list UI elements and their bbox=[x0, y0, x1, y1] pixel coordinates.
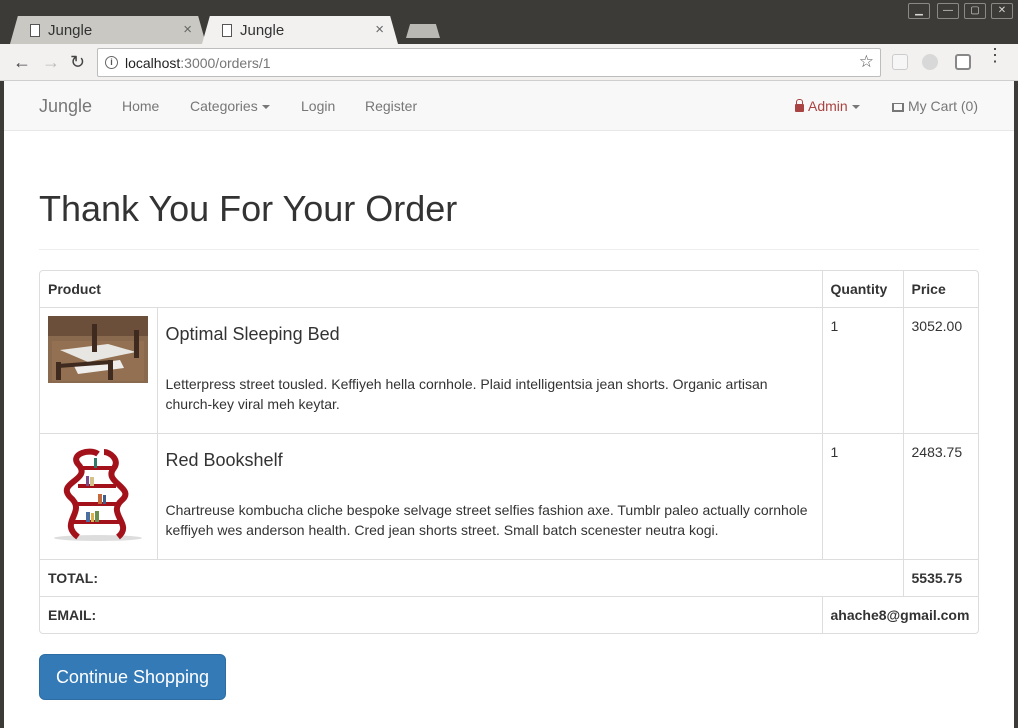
product-description: Chartreuse kombucha cliche bespoke selva… bbox=[165, 502, 808, 538]
table-row: Red Bookshelf Chartreuse kombucha cliche… bbox=[40, 433, 978, 560]
email-value: ahache8@gmail.com bbox=[830, 607, 970, 623]
browser-menu-icon[interactable]: ⋮ bbox=[986, 46, 1004, 64]
product-image-cell bbox=[40, 307, 158, 434]
react-devtools-icon[interactable] bbox=[955, 54, 971, 70]
close-tab-icon[interactable]: × bbox=[375, 21, 384, 38]
page-icon bbox=[30, 24, 40, 37]
product-description: Letterpress street tousled. Keffiyeh hel… bbox=[165, 376, 768, 412]
tab-title: Jungle bbox=[48, 22, 93, 39]
table-row: Optimal Sleeping Bed Letterpress street … bbox=[40, 307, 978, 434]
total-value: 5535.75 bbox=[903, 559, 978, 597]
lock-icon bbox=[795, 99, 804, 112]
header-price: Price bbox=[903, 271, 978, 308]
browser-tab-active[interactable]: Jungle × bbox=[202, 16, 398, 44]
url-text: localhost:3000/orders/1 bbox=[125, 55, 271, 71]
extension-icon[interactable] bbox=[892, 54, 908, 70]
site-navbar: Jungle Home Categories Login Register Ad… bbox=[4, 81, 1014, 131]
continue-shopping-button[interactable]: Continue Shopping bbox=[39, 654, 226, 700]
price-cell: 3052.00 bbox=[903, 307, 978, 434]
extension-icon[interactable] bbox=[922, 54, 938, 70]
maximize-icon[interactable]: ▢ bbox=[964, 3, 986, 19]
product-image-cell bbox=[40, 433, 158, 560]
bookmark-star-icon[interactable]: ☆ bbox=[859, 52, 874, 72]
product-image-bed bbox=[48, 316, 148, 383]
info-icon[interactable]: i bbox=[105, 56, 118, 69]
restore-icon[interactable]: — bbox=[937, 3, 959, 19]
address-bar[interactable]: i localhost:3000/orders/1 ☆ bbox=[97, 48, 881, 77]
product-image-bookshelf bbox=[48, 442, 148, 542]
nav-admin[interactable]: Admin bbox=[795, 98, 860, 114]
close-window-icon[interactable]: ✕ bbox=[991, 3, 1013, 19]
caret-down-icon bbox=[851, 105, 860, 110]
page-content: Jungle Home Categories Login Register Ad… bbox=[4, 81, 1014, 728]
caret-down-icon bbox=[261, 105, 270, 110]
page-title: Thank You For Your Order bbox=[39, 188, 458, 229]
quantity-cell: 1 bbox=[822, 307, 904, 434]
nav-login[interactable]: Login bbox=[301, 98, 335, 114]
browser-toolbar: ← → ↻ i localhost:3000/orders/1 ☆ ⋮ bbox=[0, 44, 1018, 81]
browser-tab[interactable]: Jungle × bbox=[10, 16, 206, 44]
minimize-icon[interactable]: ▁ bbox=[908, 3, 930, 19]
nav-cart[interactable]: My Cart (0) bbox=[892, 98, 978, 114]
email-label: EMAIL: bbox=[40, 596, 823, 633]
page-icon bbox=[222, 24, 232, 37]
product-info-cell: Red Bookshelf Chartreuse kombucha cliche… bbox=[157, 433, 823, 560]
reload-icon[interactable]: ↻ bbox=[70, 52, 85, 73]
order-table: Product Quantity Price Optimal Sleeping … bbox=[39, 270, 979, 634]
browser-tabstrip: Jungle × Jungle × ▁ — ▢ ✕ bbox=[0, 0, 1018, 44]
header-quantity: Quantity bbox=[822, 271, 904, 308]
nav-register[interactable]: Register bbox=[365, 98, 417, 114]
nav-categories[interactable]: Categories bbox=[190, 98, 270, 114]
total-row: TOTAL: 5535.75 bbox=[40, 559, 978, 597]
shopping-cart-icon bbox=[892, 103, 904, 112]
forward-icon[interactable]: → bbox=[42, 52, 60, 73]
back-icon[interactable]: ← bbox=[13, 52, 31, 73]
product-info-cell: Optimal Sleeping Bed Letterpress street … bbox=[157, 307, 823, 434]
table-header-row: Product Quantity Price bbox=[40, 271, 978, 308]
product-name: Red Bookshelf bbox=[165, 450, 283, 470]
price-cell: 2483.75 bbox=[903, 433, 978, 560]
divider bbox=[39, 249, 979, 250]
product-name: Optimal Sleeping Bed bbox=[165, 324, 340, 344]
nav-home[interactable]: Home bbox=[122, 98, 159, 114]
tab-title: Jungle bbox=[240, 22, 285, 39]
close-tab-icon[interactable]: × bbox=[183, 21, 192, 38]
brand-link[interactable]: Jungle bbox=[39, 96, 92, 117]
total-label: TOTAL: bbox=[40, 559, 904, 597]
header-product: Product bbox=[40, 271, 823, 308]
quantity-cell: 1 bbox=[822, 433, 904, 560]
email-row: EMAIL: ahache8@gmail.com bbox=[40, 596, 978, 633]
new-tab-button[interactable] bbox=[406, 24, 440, 38]
